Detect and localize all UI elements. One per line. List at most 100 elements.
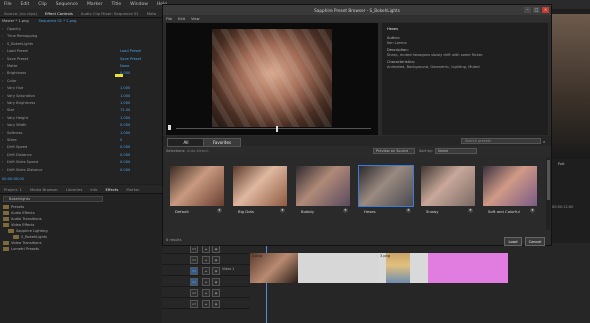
effect-property-row[interactable]: › Drift Sides Distance 0.000 [2, 167, 130, 173]
effect-property-value[interactable]: 0.000 [120, 160, 130, 164]
effect-property-value[interactable]: 1.000 [120, 116, 130, 120]
effects-tree-item[interactable]: Video Effects [3, 222, 34, 228]
menu-edit[interactable]: Edit [21, 2, 30, 7]
eye-icon[interactable]: ◉ [212, 256, 220, 264]
cancel-button[interactable]: Cancel [525, 236, 545, 246]
tab-audio-clip-mixer[interactable]: Audio Clip Mixer: Sequence 01 [81, 11, 139, 16]
preview-on-select[interactable]: Preview on Source [373, 148, 415, 154]
effect-property-value[interactable]: 0.000 [120, 145, 130, 149]
selections-value[interactable]: Auto-Detect [187, 149, 209, 153]
menu-sequence[interactable]: Sequence [56, 2, 78, 7]
favorite-star-icon[interactable]: ★ [468, 207, 473, 213]
effect-property-row[interactable]: › Opacity [2, 26, 21, 32]
track-target-toggle[interactable]: V3 [190, 245, 198, 253]
effect-property-row[interactable]: › Save Preset Save Preset [2, 56, 141, 62]
preset-thumbnail[interactable] [233, 166, 287, 206]
effect-property-row[interactable]: › Matte None [2, 63, 129, 69]
menu-file[interactable]: File [4, 2, 12, 7]
effect-property-value[interactable]: 0 [120, 138, 122, 142]
preset-thumbnail[interactable] [358, 165, 414, 207]
grid-scrollbar[interactable] [546, 158, 550, 230]
effect-controls-timecode[interactable]: 00:00:00:00 [2, 177, 24, 181]
effect-property-value[interactable]: 72.00 [120, 108, 130, 112]
effects-tree-item[interactable]: Video Transitions [3, 240, 41, 246]
clip-1png[interactable]: 1.png [250, 253, 378, 283]
tab-effects[interactable]: Effects [106, 187, 119, 192]
favorite-star-icon[interactable]: ★ [343, 207, 348, 213]
effect-property-value[interactable]: 0.000 [120, 123, 130, 127]
grid-scrollbar-thumb[interactable] [546, 160, 550, 200]
eye-icon[interactable]: ◉ [212, 267, 220, 275]
load-button[interactable]: Load [504, 236, 522, 246]
tab-media-browser[interactable]: Media Browser [30, 187, 58, 192]
effect-property-row[interactable]: › Vary Hue 1.000 [2, 85, 130, 91]
preset-thumbnail[interactable] [296, 166, 350, 206]
tab-effect-controls[interactable]: Effect Controls [45, 11, 73, 16]
menu-clip[interactable]: Clip [38, 2, 47, 7]
effect-property-row[interactable]: › Sides 0 [2, 137, 122, 143]
track-target-toggle[interactable]: A2 [190, 289, 198, 297]
effect-property-row[interactable]: › Color [2, 78, 16, 84]
preset-card[interactable]: Soft and Colorful ★ [483, 166, 537, 216]
effect-property-row[interactable]: › Brightness 0.000 [2, 70, 130, 76]
tab-libraries[interactable]: Libraries [66, 187, 82, 192]
track-target-toggle[interactable]: A1 [190, 278, 198, 286]
preview-scrubber[interactable] [166, 123, 378, 133]
favorite-star-icon[interactable]: ★ [406, 207, 411, 213]
tab-favorites[interactable]: Favorites [203, 137, 241, 147]
adjustment-clip[interactable] [428, 253, 508, 283]
eye-icon[interactable]: ◉ [212, 278, 220, 286]
lock-icon[interactable]: 🔒︎ [202, 256, 210, 264]
effect-property-row[interactable]: › Drift Sides Speed 0.000 [2, 159, 130, 165]
effect-property-value[interactable]: Save Preset [120, 57, 141, 61]
scrub-handle[interactable] [276, 126, 278, 132]
preset-card[interactable]: Bubbly ★ [296, 166, 350, 216]
minimize-icon[interactable]: – [524, 6, 531, 13]
lock-icon[interactable]: 🔒︎ [202, 267, 210, 275]
menu-title[interactable]: Title [112, 2, 122, 7]
menu-window[interactable]: Window [130, 2, 148, 7]
dialog-menu-file[interactable]: File [166, 17, 172, 21]
preset-search-input[interactable]: Search presets [461, 137, 541, 144]
effect-property-row[interactable]: › Vary Brightness 1.000 [2, 100, 130, 106]
effect-property-row[interactable]: › Vary Height 1.000 [2, 115, 130, 121]
favorite-star-icon[interactable]: ★ [280, 207, 285, 213]
effect-property-value[interactable]: 1.000 [120, 86, 130, 90]
tab-project[interactable]: Project: 1 [4, 187, 22, 192]
eye-icon[interactable]: ◉ [212, 289, 220, 297]
preset-thumbnail[interactable] [170, 166, 224, 206]
search-icon[interactable]: ⌕ [543, 139, 548, 144]
effects-tree-item[interactable]: Audio Effects [3, 210, 35, 216]
effects-tree-item[interactable]: Lumetri Presets [3, 246, 39, 252]
track-target-toggle[interactable]: V2 [190, 256, 198, 264]
effects-tree-item[interactable]: Audio Transitions [3, 216, 42, 222]
preset-card[interactable]: Hexes ★ [358, 165, 414, 216]
effect-property-row[interactable]: › Vary Width 0.000 [2, 122, 130, 128]
track-target-toggle[interactable]: A3 [190, 300, 198, 308]
sort-select[interactable]: Name [435, 148, 477, 154]
effect-property-value[interactable]: 1.000 [120, 94, 130, 98]
dialog-menu-edit[interactable]: Edit [178, 17, 185, 21]
track-target-toggle[interactable]: V1 [190, 267, 198, 275]
lock-icon[interactable]: 🔒︎ [202, 300, 210, 308]
preset-thumbnail[interactable] [483, 166, 537, 206]
tab-source[interactable]: Source: (no clips) [4, 11, 37, 16]
effect-property-row[interactable]: › Time Remapping [2, 33, 37, 39]
effect-property-row[interactable]: › Size 72.00 [2, 107, 130, 113]
fit-dropdown[interactable]: Full [558, 161, 565, 166]
effect-property-row[interactable]: › Load Preset Load Preset [2, 48, 141, 54]
play-pause-icon[interactable] [168, 125, 171, 130]
favorite-star-icon[interactable]: ★ [217, 207, 222, 213]
effect-property-row[interactable]: › Vary Saturation 1.000 [2, 93, 130, 99]
effect-property-row[interactable]: › Drift Distance 0.000 [2, 152, 130, 158]
tab-meta[interactable]: Meta [147, 11, 156, 16]
effect-property-row[interactable]: › Softness 1.000 [2, 130, 130, 136]
effect-property-value[interactable]: 1.000 [120, 101, 130, 105]
menu-marker[interactable]: Marker [87, 2, 103, 7]
effect-property-value[interactable]: 0.000 [120, 153, 130, 157]
lock-icon[interactable]: 🔒︎ [202, 245, 210, 253]
effect-property-row[interactable]: › S_BokehLights [2, 41, 33, 47]
eye-icon[interactable]: ◉ [212, 300, 220, 308]
effect-property-value[interactable]: 1.000 [120, 131, 130, 135]
clip-3png[interactable]: 3.png [378, 253, 428, 283]
